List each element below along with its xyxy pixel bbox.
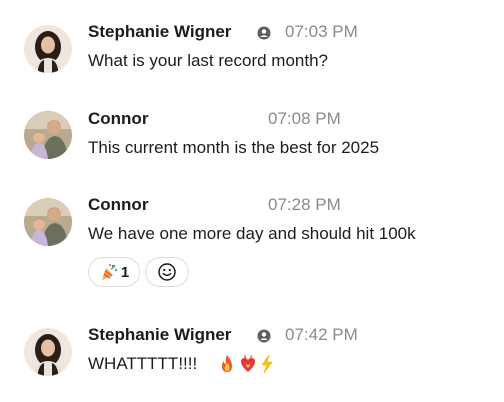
avatar[interactable] (24, 111, 72, 159)
message-text: We have one more day and should hit 100k (88, 224, 416, 243)
timestamp[interactable]: 07:42 PM (285, 324, 358, 346)
avatar[interactable] (24, 328, 72, 376)
stephanie-avatar (24, 25, 72, 73)
timestamp[interactable]: 07:28 PM (268, 194, 341, 216)
message-text: WHATTTTT!!!! (88, 354, 198, 373)
status-icon (257, 26, 271, 40)
stephanie-avatar (24, 328, 72, 376)
author-name[interactable]: Connor (88, 108, 148, 130)
status-icon (257, 329, 271, 343)
lightning-icon (261, 354, 273, 374)
message-text: What is your last record month? (88, 51, 328, 70)
add-reaction-icon (158, 263, 176, 281)
reaction-count: 1 (120, 263, 130, 281)
connor-avatar (24, 198, 72, 246)
author-name[interactable]: Stephanie Wigner (88, 21, 231, 43)
author-name[interactable]: Connor (88, 194, 148, 216)
message-text: This current month is the best for 2025 (88, 138, 380, 157)
connor-avatar (24, 111, 72, 159)
party-popper-icon (101, 264, 118, 280)
fire-icon (222, 355, 232, 372)
timestamp[interactable]: 07:03 PM (285, 21, 358, 43)
avatar[interactable] (24, 198, 72, 246)
add-reaction-button[interactable] (145, 257, 189, 287)
avatar[interactable] (24, 25, 72, 73)
author-name[interactable]: Stephanie Wigner (88, 324, 231, 346)
reaction-party-popper[interactable]: 1 (88, 257, 140, 287)
timestamp[interactable]: 07:08 PM (268, 108, 341, 130)
heart-on-fire-icon (241, 354, 255, 372)
